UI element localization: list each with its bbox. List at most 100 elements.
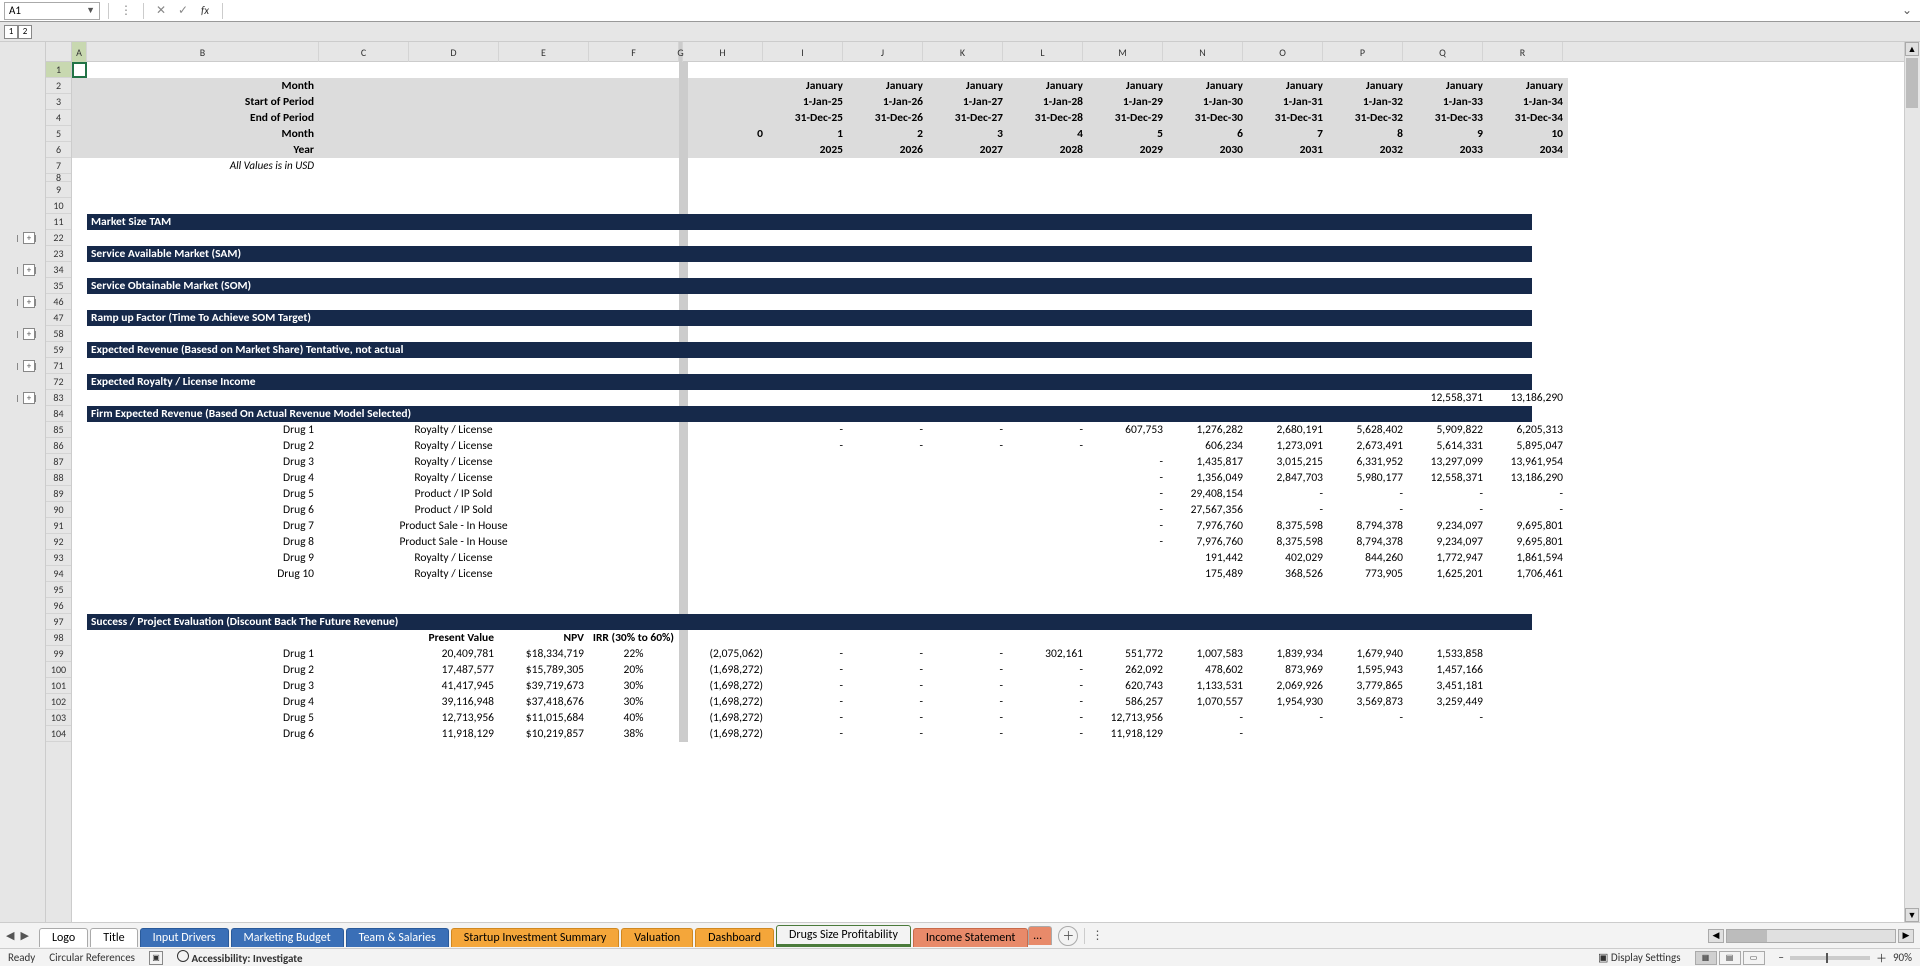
drug-name[interactable]: Drug 9: [87, 550, 319, 566]
row-header-104[interactable]: 104: [46, 726, 71, 742]
row-header-94[interactable]: 94: [46, 566, 71, 582]
scroll-right-icon[interactable]: ▶: [1898, 929, 1914, 943]
row-header-2[interactable]: 2: [46, 78, 71, 94]
zoom-slider[interactable]: [1790, 956, 1870, 960]
row-header-96[interactable]: 96: [46, 598, 71, 614]
scroll-down-icon[interactable]: ▼: [1905, 908, 1919, 922]
revenue-model[interactable]: Product Sale - In House: [409, 518, 499, 534]
npv-value[interactable]: $37,418,676: [499, 694, 589, 710]
sheet-tab-team-salaries[interactable]: Team & Salaries: [346, 928, 449, 947]
revenue-model[interactable]: Product / IP Sold: [409, 486, 499, 502]
row-header-97[interactable]: 97: [46, 614, 71, 630]
irr-value[interactable]: 38%: [589, 726, 679, 742]
row-header-5[interactable]: 5: [46, 126, 71, 142]
row-header-90[interactable]: 90: [46, 502, 71, 518]
sheet-tab-valuation[interactable]: Valuation: [621, 928, 693, 947]
sheet-tab-startup-investment-summary[interactable]: Startup Investment Summary: [451, 928, 620, 947]
drug-name[interactable]: Drug 4: [87, 470, 319, 486]
row-header-88[interactable]: 88: [46, 470, 71, 486]
column-header-O[interactable]: O: [1243, 42, 1323, 62]
pv-header[interactable]: Present Value: [409, 630, 499, 646]
header-label[interactable]: Month: [87, 78, 319, 94]
header-label[interactable]: Year: [87, 142, 319, 158]
sheet-nav-next-icon[interactable]: ▶: [20, 929, 28, 942]
sheet-tab-input-drivers[interactable]: Input Drivers: [140, 928, 229, 947]
npv-value[interactable]: $18,334,719: [499, 646, 589, 662]
drug-name[interactable]: Drug 6: [87, 502, 319, 518]
view-page-break-button[interactable]: ▭: [1743, 951, 1765, 965]
row-header-59[interactable]: 59: [46, 342, 71, 358]
column-header-I[interactable]: I: [763, 42, 843, 62]
sheet-tab-drugs-size-profitability[interactable]: Drugs Size Profitability: [776, 925, 911, 947]
column-header-E[interactable]: E: [499, 42, 589, 62]
npv-value[interactable]: $15,789,305: [499, 662, 589, 678]
drug-name[interactable]: Drug 6: [87, 726, 319, 742]
irr-header[interactable]: IRR (30% to 60%): [589, 630, 679, 646]
outline-expand-button[interactable]: +: [23, 232, 35, 244]
row-header-95[interactable]: 95: [46, 582, 71, 598]
present-value[interactable]: 17,487,577: [409, 662, 499, 678]
header-label[interactable]: Month: [87, 126, 319, 142]
row-header-92[interactable]: 92: [46, 534, 71, 550]
irr-value[interactable]: 30%: [589, 678, 679, 694]
view-normal-button[interactable]: ▦: [1695, 951, 1717, 965]
sheet-tab-title[interactable]: Title: [90, 928, 137, 947]
column-header-H[interactable]: H: [683, 42, 763, 62]
enter-icon[interactable]: ✓: [174, 2, 192, 20]
row-header-10[interactable]: 10: [46, 198, 71, 214]
column-header-B[interactable]: B: [87, 42, 319, 62]
scroll-up-icon[interactable]: ▲: [1905, 42, 1919, 56]
column-header-R[interactable]: R: [1483, 42, 1563, 62]
drug-name[interactable]: Drug 5: [87, 486, 319, 502]
irr-value[interactable]: 30%: [589, 694, 679, 710]
note-label[interactable]: All Values is in USD: [87, 158, 319, 174]
row-header-91[interactable]: 91: [46, 518, 71, 534]
drug-name[interactable]: Drug 5: [87, 710, 319, 726]
column-header-L[interactable]: L: [1003, 42, 1083, 62]
column-header-P[interactable]: P: [1323, 42, 1403, 62]
revenue-model[interactable]: Royalty / License: [409, 566, 499, 582]
sheet-tab-marketing-budget[interactable]: Marketing Budget: [231, 928, 344, 947]
cancel-icon[interactable]: ✕: [152, 2, 170, 20]
sheet-tab-logo[interactable]: Logo: [39, 928, 88, 947]
npv-value[interactable]: $11,015,684: [499, 710, 589, 726]
status-rec-icon[interactable]: ▣: [149, 951, 163, 965]
scroll-track[interactable]: [1726, 929, 1896, 943]
drug-name[interactable]: Drug 2: [87, 438, 319, 454]
column-header-J[interactable]: J: [843, 42, 923, 62]
row-header-100[interactable]: 100: [46, 662, 71, 678]
row-header-99[interactable]: 99: [46, 646, 71, 662]
add-sheet-button[interactable]: ＋: [1058, 926, 1078, 946]
row-header-35[interactable]: 35: [46, 278, 71, 294]
npv-value[interactable]: $39,719,673: [499, 678, 589, 694]
revenue-model[interactable]: Product / IP Sold: [409, 502, 499, 518]
revenue-model[interactable]: Royalty / License: [409, 422, 499, 438]
tab-menu-icon[interactable]: ⋮: [1091, 928, 1103, 943]
revenue-model[interactable]: Royalty / License: [409, 470, 499, 486]
outline-expand-button[interactable]: +: [23, 296, 35, 308]
row-header-102[interactable]: 102: [46, 694, 71, 710]
present-value[interactable]: 39,116,948: [409, 694, 499, 710]
row-header-34[interactable]: 34: [46, 262, 71, 278]
row-header-98[interactable]: 98: [46, 630, 71, 646]
column-header-K[interactable]: K: [923, 42, 1003, 62]
outline-expand-button[interactable]: +: [23, 392, 35, 404]
column-header-F[interactable]: F: [589, 42, 679, 62]
drug-name[interactable]: Drug 1: [87, 422, 319, 438]
revenue-model[interactable]: Royalty / License: [409, 438, 499, 454]
drug-name[interactable]: Drug 7: [87, 518, 319, 534]
npv-value[interactable]: $10,219,857: [499, 726, 589, 742]
drug-name[interactable]: Drug 1: [87, 646, 319, 662]
row-header-86[interactable]: 86: [46, 438, 71, 454]
row-header-22[interactable]: 22: [46, 230, 71, 246]
name-box-dropdown-icon[interactable]: ▼: [86, 5, 95, 16]
drug-name[interactable]: Drug 4: [87, 694, 319, 710]
cell-A1[interactable]: [72, 62, 87, 78]
row-header-46[interactable]: 46: [46, 294, 71, 310]
sheet-nav-prev-icon[interactable]: ◀: [6, 929, 14, 942]
row-header-72[interactable]: 72: [46, 374, 71, 390]
drug-name[interactable]: Drug 8: [87, 534, 319, 550]
row-header-93[interactable]: 93: [46, 550, 71, 566]
outline-expand-button[interactable]: +: [23, 264, 35, 276]
column-header-Q[interactable]: Q: [1403, 42, 1483, 62]
